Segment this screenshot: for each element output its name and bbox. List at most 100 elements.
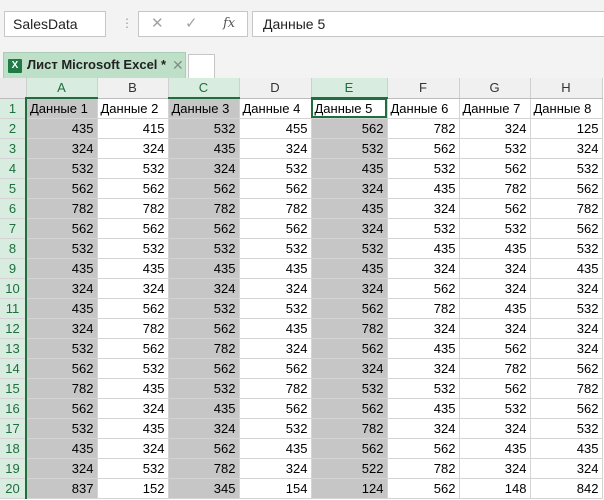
cell[interactable]: 782 xyxy=(311,318,388,339)
cell[interactable]: 324 xyxy=(239,458,312,479)
cell[interactable]: 562 xyxy=(168,438,240,459)
cell[interactable]: 532 xyxy=(26,418,98,439)
formula-input[interactable]: Данные 5 xyxy=(252,11,604,37)
cell[interactable]: 842 xyxy=(530,478,603,499)
cell[interactable]: 782 xyxy=(530,378,603,399)
cell[interactable]: 562 xyxy=(311,398,388,419)
cell[interactable]: 562 xyxy=(26,218,98,239)
cell[interactable]: 345 xyxy=(168,478,240,499)
cell[interactable]: 435 xyxy=(239,438,312,459)
cell[interactable]: 562 xyxy=(26,358,98,379)
row-header[interactable]: 6 xyxy=(0,198,27,219)
cell[interactable]: 562 xyxy=(311,438,388,459)
close-icon[interactable]: ✕ xyxy=(172,53,184,77)
cell[interactable]: 324 xyxy=(530,318,603,339)
cell[interactable]: 435 xyxy=(530,258,603,279)
cell[interactable]: 324 xyxy=(168,418,240,439)
cell[interactable]: 532 xyxy=(239,238,312,259)
cell[interactable]: 435 xyxy=(387,338,460,359)
cell[interactable]: 435 xyxy=(239,318,312,339)
cell[interactable]: Данные 1 xyxy=(26,98,98,119)
cell[interactable]: 562 xyxy=(311,298,388,319)
cell[interactable]: Данные 3 xyxy=(168,98,240,119)
cell[interactable]: 782 xyxy=(387,458,460,479)
column-header-e[interactable]: E xyxy=(311,78,388,99)
cell[interactable]: 532 xyxy=(97,238,169,259)
cell[interactable]: 782 xyxy=(26,198,98,219)
cell[interactable]: 435 xyxy=(387,398,460,419)
cell[interactable]: 562 xyxy=(168,358,240,379)
row-header[interactable]: 12 xyxy=(0,318,27,339)
cell[interactable]: 324 xyxy=(530,138,603,159)
row-header[interactable]: 3 xyxy=(0,138,27,159)
row-header[interactable]: 5 xyxy=(0,178,27,199)
column-header-b[interactable]: B xyxy=(97,78,169,99)
cell[interactable]: 435 xyxy=(26,298,98,319)
row-header[interactable]: 20 xyxy=(0,478,27,499)
cell[interactable]: 324 xyxy=(26,278,98,299)
cell[interactable]: 324 xyxy=(239,338,312,359)
cell[interactable]: 324 xyxy=(459,118,531,139)
cell[interactable]: 324 xyxy=(530,278,603,299)
cell[interactable]: 435 xyxy=(311,198,388,219)
cell[interactable]: 562 xyxy=(168,178,240,199)
cell[interactable]: 562 xyxy=(168,318,240,339)
cell[interactable]: 532 xyxy=(459,218,531,239)
row-header[interactable]: 8 xyxy=(0,238,27,259)
cell[interactable]: 324 xyxy=(26,138,98,159)
cell[interactable]: 532 xyxy=(387,158,460,179)
row-header[interactable]: 10 xyxy=(0,278,27,299)
row-header[interactable]: 17 xyxy=(0,418,27,439)
row-header[interactable]: 9 xyxy=(0,258,27,279)
cell[interactable]: 324 xyxy=(311,358,388,379)
cell[interactable]: 562 xyxy=(239,358,312,379)
cell[interactable]: Данные 2 xyxy=(97,98,169,119)
cell[interactable]: 324 xyxy=(97,438,169,459)
cell[interactable]: 532 xyxy=(97,458,169,479)
cell[interactable]: 435 xyxy=(26,438,98,459)
cell[interactable]: 562 xyxy=(530,398,603,419)
cell[interactable]: Данные 5 xyxy=(311,98,388,119)
row-header[interactable]: 2 xyxy=(0,118,27,139)
cell[interactable]: 324 xyxy=(97,278,169,299)
cell[interactable]: 532 xyxy=(459,398,531,419)
cell[interactable]: 124 xyxy=(311,478,388,499)
cell[interactable]: 532 xyxy=(97,358,169,379)
cell[interactable]: 435 xyxy=(459,438,531,459)
cell[interactable]: 562 xyxy=(530,218,603,239)
cell[interactable]: 148 xyxy=(459,478,531,499)
cell[interactable]: 562 xyxy=(97,298,169,319)
cell[interactable]: 782 xyxy=(387,298,460,319)
column-header-g[interactable]: G xyxy=(459,78,531,99)
cell[interactable]: 532 xyxy=(530,158,603,179)
cell[interactable]: Данные 8 xyxy=(530,98,603,119)
cell[interactable]: 435 xyxy=(97,418,169,439)
column-header-h[interactable]: H xyxy=(530,78,603,99)
cell[interactable]: 324 xyxy=(311,218,388,239)
cell[interactable]: 562 xyxy=(530,178,603,199)
cell[interactable]: 324 xyxy=(97,398,169,419)
cancel-icon[interactable]: ✕ xyxy=(151,12,164,36)
cell[interactable]: 532 xyxy=(168,118,240,139)
row-header[interactable]: 7 xyxy=(0,218,27,239)
cell[interactable]: 782 xyxy=(26,378,98,399)
row-header[interactable]: 18 xyxy=(0,438,27,459)
select-all-corner[interactable] xyxy=(0,78,27,99)
cell[interactable]: 435 xyxy=(459,298,531,319)
row-header[interactable]: 13 xyxy=(0,338,27,359)
cell[interactable]: 324 xyxy=(311,178,388,199)
cell[interactable]: 324 xyxy=(26,458,98,479)
cell[interactable]: 324 xyxy=(387,258,460,279)
cell[interactable]: 562 xyxy=(97,178,169,199)
cell[interactable]: 782 xyxy=(530,198,603,219)
cell[interactable]: 532 xyxy=(26,158,98,179)
cell[interactable]: 532 xyxy=(239,418,312,439)
cell[interactable]: 562 xyxy=(387,438,460,459)
cell[interactable]: 435 xyxy=(97,258,169,279)
cell[interactable]: 782 xyxy=(387,118,460,139)
cell[interactable]: 154 xyxy=(239,478,312,499)
cell[interactable]: 324 xyxy=(239,278,312,299)
cell[interactable]: 522 xyxy=(311,458,388,479)
column-header-a[interactable]: A xyxy=(26,78,98,99)
cell[interactable]: 562 xyxy=(311,338,388,359)
